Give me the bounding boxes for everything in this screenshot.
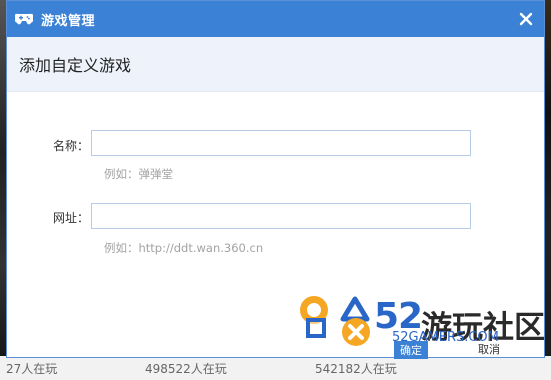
watermark-square-icon	[306, 318, 326, 338]
watermark-sub: 52GAMERS.COM	[392, 330, 499, 345]
background-count-2: 498522人在玩	[145, 362, 227, 376]
name-input[interactable]	[91, 130, 471, 156]
url-input[interactable]	[91, 203, 471, 229]
url-label: 网址：	[53, 211, 90, 225]
name-hint: 例如：弹弹堂	[104, 167, 173, 181]
gamepad-icon	[15, 13, 33, 25]
dialog-titlebar[interactable]: 游戏管理	[7, 1, 544, 37]
dialog-header: 添加自定义游戏	[7, 37, 544, 92]
url-hint: 例如：http://ddt.wan.360.cn	[104, 241, 264, 255]
background-count-1: 27人在玩	[6, 362, 58, 376]
background-count-3: 542182人在玩	[315, 362, 397, 376]
background-bottom-bar: 27人在玩 498522人在玩 542182人在玩	[0, 356, 551, 380]
close-icon[interactable]	[516, 9, 536, 29]
watermark-cross-icon	[342, 318, 370, 346]
dialog-heading: 添加自定义游戏	[19, 56, 132, 75]
dialog-title: 游戏管理	[41, 13, 96, 29]
name-label: 名称：	[53, 139, 90, 153]
